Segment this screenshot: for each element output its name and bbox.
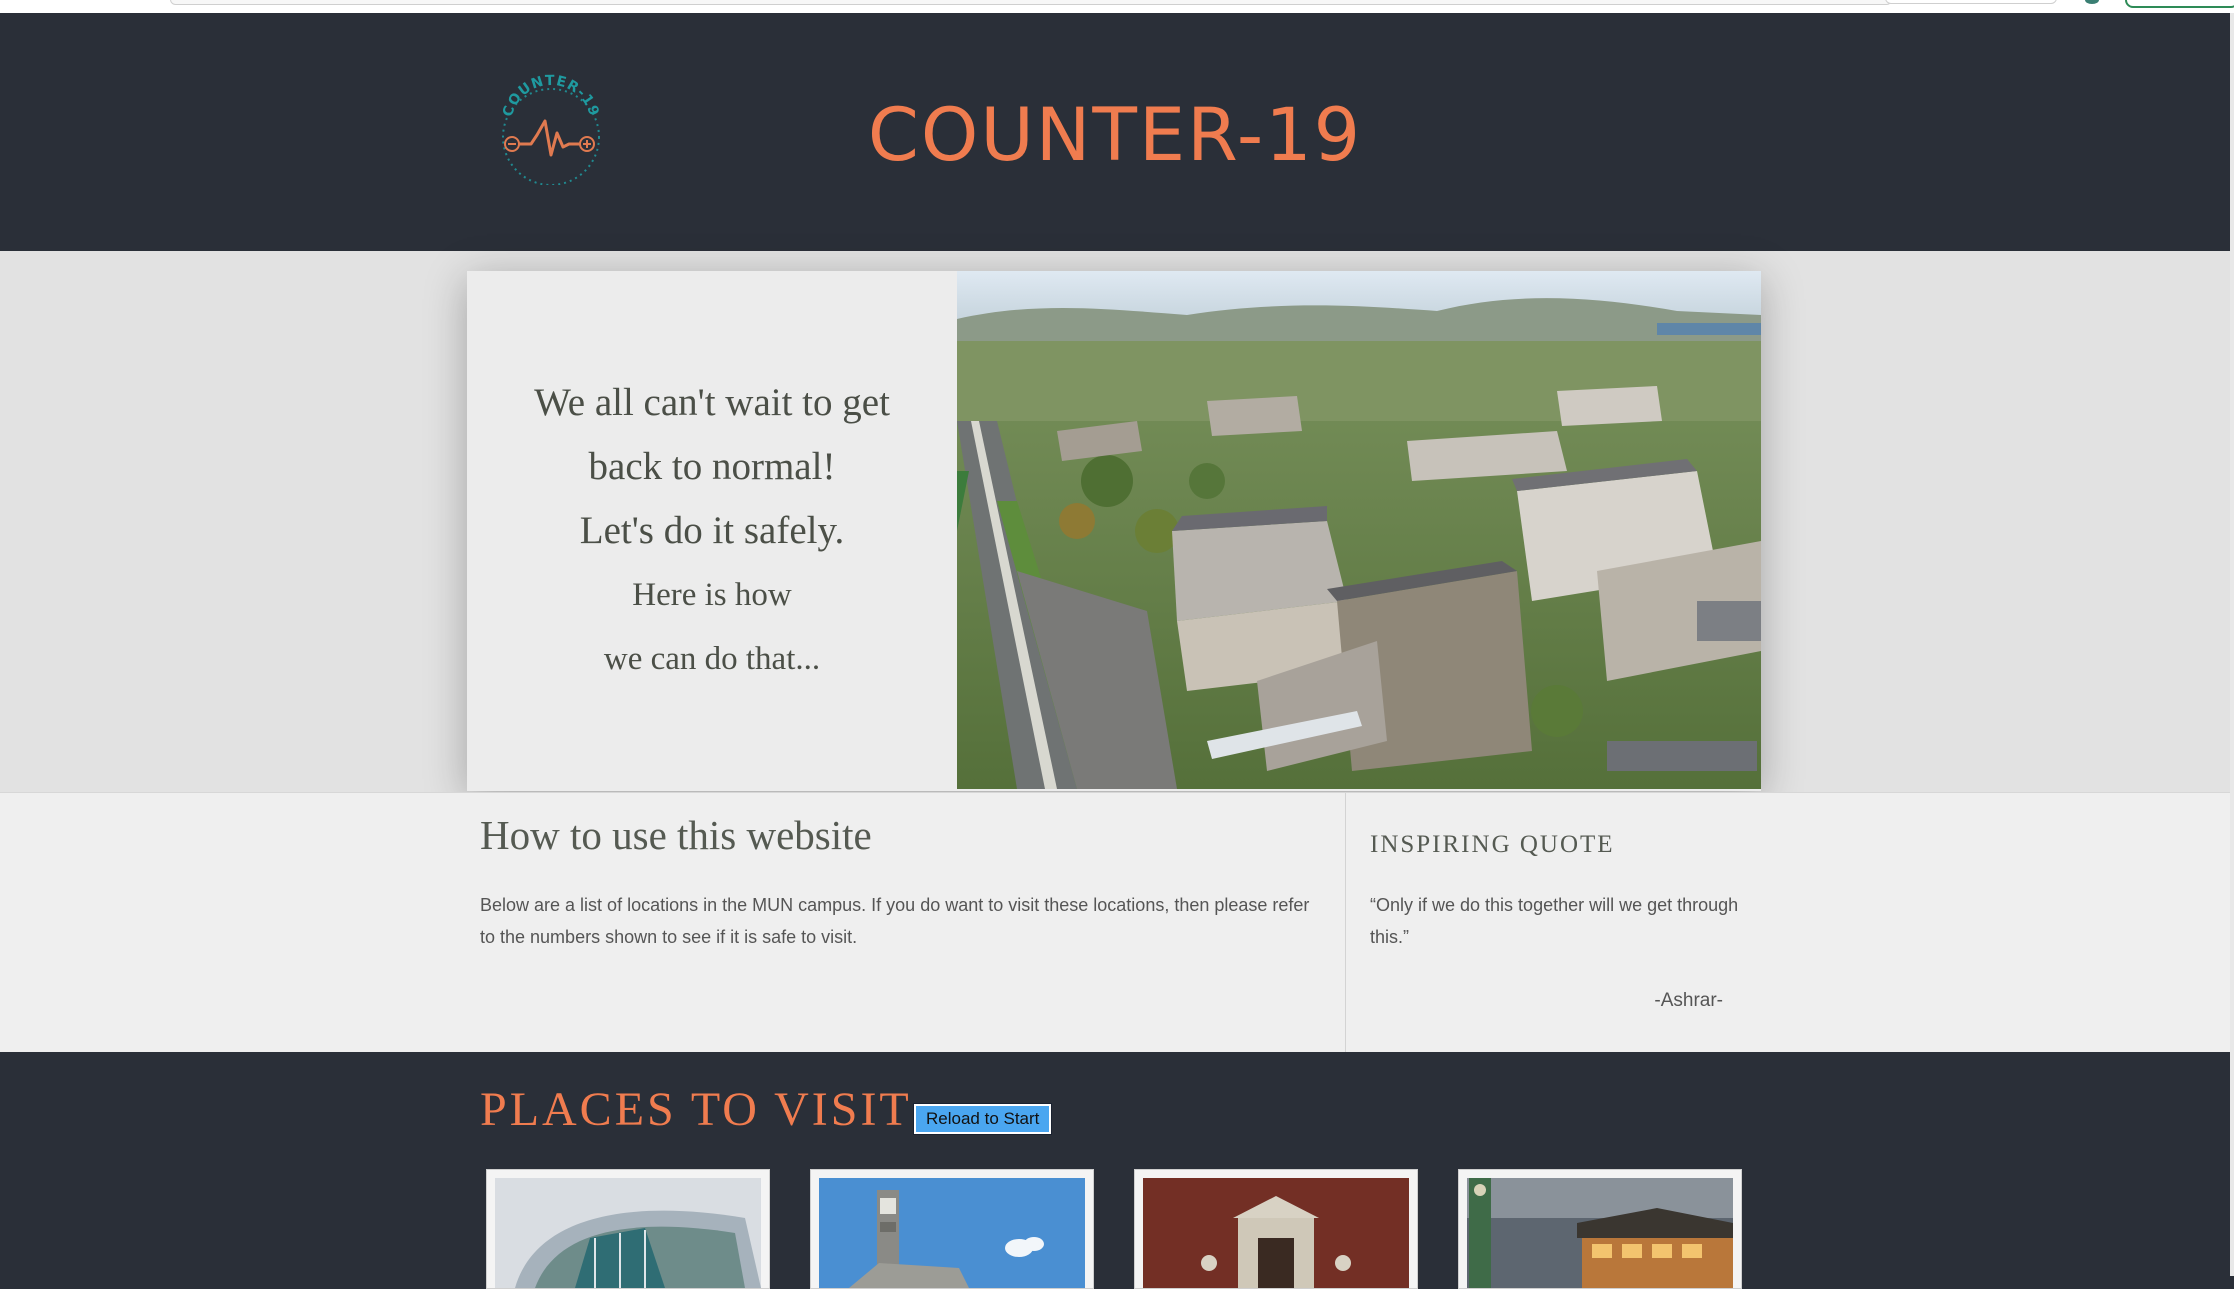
place-photo[interactable] [1467, 1178, 1733, 1288]
address-bar[interactable] [170, 0, 1892, 5]
hero-card: We all can't wait to get back to normal!… [467, 271, 1761, 791]
place-card[interactable] [1458, 1169, 1742, 1289]
quote-text: “Only if we do this together will we get… [1370, 895, 1739, 947]
hero-line: back to normal! [588, 445, 836, 488]
quote-author: -Ashrar- [1654, 990, 1723, 1011]
hero-line: we can do that... [603, 641, 821, 677]
place-photo[interactable] [819, 1178, 1085, 1288]
hero-message: We all can't wait to get back to normal!… [467, 271, 957, 791]
place-card[interactable] [1134, 1169, 1418, 1289]
hero-line: We all can't wait to get [534, 381, 890, 424]
page-scrollbar[interactable] [2230, 13, 2234, 1276]
places-title: PLACES TO VISIT [480, 1083, 912, 1136]
reload-button[interactable]: Reload to Start [912, 1103, 1053, 1135]
profile-icon[interactable] [2085, 0, 2099, 4]
campus-aerial-photo [957, 271, 1761, 789]
column-divider [1345, 793, 1346, 1053]
place-card[interactable] [486, 1169, 770, 1289]
place-photo[interactable] [1143, 1178, 1409, 1288]
how-to-use-text: Below are a list of locations in the MUN… [480, 895, 1310, 947]
place-photo[interactable] [495, 1178, 761, 1288]
hero-line: Here is how [632, 577, 792, 613]
how-to-use-title: How to use this website [480, 812, 872, 858]
hero-section: We all can't wait to get back to normal!… [0, 251, 2230, 792]
quote-title: INSPIRING QUOTE [1370, 831, 1615, 858]
place-card[interactable] [810, 1169, 1094, 1289]
site-header: COUNTER-19 COUNTER-19 [0, 13, 2230, 251]
browser-toolbar-strip [0, 0, 2234, 14]
browser-search-pill[interactable] [1885, 0, 2057, 4]
places-section: PLACES TO VISIT Reload to Start [0, 1052, 2230, 1289]
info-section: How to use this website Below are a list… [0, 792, 2230, 1053]
hero-line: Let's do it safely. [579, 509, 845, 552]
browser-action-button[interactable] [2125, 0, 2234, 8]
site-title: COUNTER-19 [867, 93, 1363, 178]
